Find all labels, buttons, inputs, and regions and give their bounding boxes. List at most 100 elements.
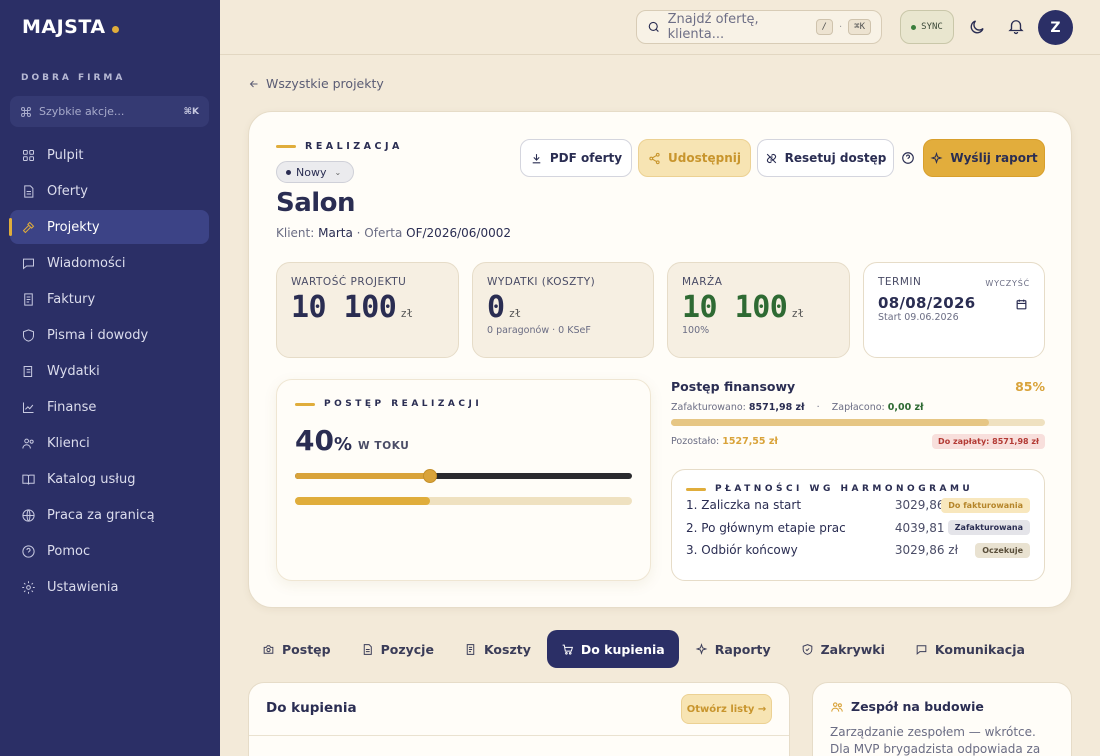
stat-costs: WYDATKI (KOSZTY) 0 zł 0 paragonów · 0 KSe… [472,262,654,358]
chevron-down-icon: ⌄ [334,167,342,177]
sync-status-button[interactable]: SYNC [900,10,954,44]
schedule-row-name: 2. Po głównym etapie prac [686,520,846,535]
tab-pozycje[interactable]: Pozycje [347,630,448,668]
payment-schedule: PŁATNOŚCI WG HARMONOGRAMU 1. Zaliczka na… [671,469,1045,581]
wallet-icon [23,365,33,377]
eyebrow-bar [295,402,315,406]
deadline-field[interactable]: TERMIN WYCZYŚĆ 08/08/2026 Start 09.06.20… [863,262,1045,358]
team-panel-text: Zarządzanie zespołem — wkrótce. Dla MVP … [830,725,1041,756]
tab-komunikacja[interactable]: Komunikacja [901,630,1039,668]
stat-sub: 0 paragonów · 0 KSeF [487,325,591,336]
shield-check-icon [802,643,812,655]
sidebar-item-finanse[interactable]: Finanse [10,390,209,424]
help-button[interactable] [899,139,917,177]
sidebar-item-label: Wydatki [47,363,100,379]
schedule-row[interactable]: 3. Odbiór końcowy 3029,86 zł Oczekuje [686,539,1030,562]
offer-number[interactable]: OF/2026/06/0002 [406,226,511,240]
schedule-row-name: 3. Odbiór końcowy [686,543,798,558]
sidebar-item-label: Pulpit [47,147,84,163]
financial-progress: Postęp finansowy 85% Zafakturowano: 8571… [671,379,1045,450]
quick-actions-label: Szybkie akcje... [39,105,125,118]
search-input[interactable]: Znajdź ofertę, klienta... / · ⌘K [636,10,882,44]
status-badge: Zafakturowana [947,520,1030,536]
sidebar-item-pisma[interactable]: Pisma i dowody [10,318,209,352]
sidebar-item-pomoc[interactable]: Pomoc [10,534,209,568]
share-button[interactable]: Udostępnij [638,139,751,177]
schedule-eyebrow: PŁATNOŚCI WG HARMONOGRAMU [686,484,1030,494]
tab-koszty[interactable]: Koszty [450,630,545,668]
sidebar-item-pulpit[interactable]: Pulpit [10,138,209,172]
shortcut-separator: · [838,21,843,33]
status-dropdown[interactable]: Nowy ⌄ [276,161,355,183]
sidebar-item-wydatki[interactable]: Wydatki [10,354,209,388]
sidebar-item-projekty[interactable]: Projekty [9,210,209,244]
sidebar-item-label: Pisma i dowody [47,327,149,343]
topbar: Znajdź ofertę, klienta... / · ⌘K SYNC Z [220,0,1100,55]
sidebar-item-oferty[interactable]: Oferty [10,174,209,208]
sidebar: MAJSTA DOBRA FIRMA Szybkie akcje... ⌘K P… [0,0,220,756]
sidebar-item-wiadomosci[interactable]: Wiadomości [10,246,209,280]
project-tabs: Postęp Pozycje Koszty Do kupienia Raport… [248,630,1041,668]
clear-date-button[interactable]: WYCZYŚĆ [985,279,1030,288]
stat-label: WARTOŚĆ PROJEKTU [291,276,407,288]
sidebar-item-faktury[interactable]: Faktury [10,282,209,316]
sidebar-item-katalog[interactable]: Katalog usług [10,462,209,496]
stat-label: MARŻA [682,276,723,288]
sidebar-item-label: Katalog usług [47,471,136,487]
financial-progress-fill [671,419,989,426]
sidebar-item-label: Oferty [47,183,88,199]
remaining-row: Pozostało: 1527,55 zł Do zapłaty: 8571,9… [671,434,1045,450]
status-dot [286,169,291,175]
pdf-offer-button[interactable]: PDF oferty [520,139,632,177]
quick-actions-button[interactable]: Szybkie akcje... ⌘K [10,96,209,127]
avatar[interactable]: Z [1038,10,1073,45]
schedule-row-amount: 3029,86 zł [894,543,958,558]
status-badge: Oczekuje [975,542,1030,558]
back-link[interactable]: Wszystkie projekty [248,76,384,91]
document-icon [24,184,34,198]
tab-do-kupienia[interactable]: Do kupienia [546,630,679,668]
section-eyebrow: REALIZACJA [276,141,403,152]
sidebar-item-klienci[interactable]: Klienci [10,426,209,460]
eyebrow-bar [276,145,296,148]
search-placeholder: Znajdź ofertę, klienta... [667,12,759,42]
progress-slider[interactable] [295,469,632,483]
arrow-left-icon [249,80,258,87]
search-shortcut-cmd: ⌘K [848,19,871,35]
stat-value: 10 100 zł [682,290,804,325]
logo[interactable]: MAJSTA [22,16,119,38]
sidebar-item-ustawienia[interactable]: Ustawienia [10,570,209,604]
moon-icon[interactable] [968,18,986,36]
client-info: Klient: Marta · Oferta OF/2026/06/0002 [276,226,511,240]
shopping-panel: Do kupienia Otwórz listy → [248,682,790,756]
document-icon [363,643,372,655]
sidebar-item-praca-za-granica[interactable]: Praca za granicą [10,498,209,532]
progress-percent: 40% [295,424,353,457]
open-lists-button[interactable]: Otwórz listy → [681,694,772,724]
tab-raporty[interactable]: Raporty [681,630,785,668]
tab-postep[interactable]: Postęp [248,630,345,668]
invoice-icon [24,292,33,306]
page-title: Salon [276,188,356,218]
sparkle-icon [930,151,943,164]
calendar-icon[interactable] [1015,298,1028,311]
paid-amount: 0,00 zł [887,402,924,413]
logo-dot [111,25,119,33]
receipt-icon [466,643,475,655]
users-icon [22,438,34,449]
deadline-date[interactable]: 08/08/2026 [878,294,1030,312]
bell-icon[interactable] [1007,17,1025,35]
chat-icon [916,644,927,655]
send-report-button[interactable]: Wyślij raport [923,139,1045,177]
financial-progress-title: Postęp finansowy [671,379,796,394]
shield-icon [23,328,34,342]
schedule-row[interactable]: 1. Zaliczka na start 3029,86 zł Do faktu… [686,494,1030,517]
team-panel: Zespół na budowie Zarządzanie zespołem —… [812,682,1072,756]
tab-zakrywki[interactable]: Zakrywki [787,630,899,668]
progress-panel: POSTĘP REALIZACJI 40% W TOKU [276,379,651,581]
slider-handle[interactable] [422,469,437,483]
schedule-row[interactable]: 2. Po głównym etapie prac 4039,81 zł Zaf… [686,517,1030,540]
eyebrow-bar [686,487,706,491]
reset-access-button[interactable]: Resetuj dostęp [757,139,894,177]
quick-actions-shortcut: ⌘K [183,106,199,117]
